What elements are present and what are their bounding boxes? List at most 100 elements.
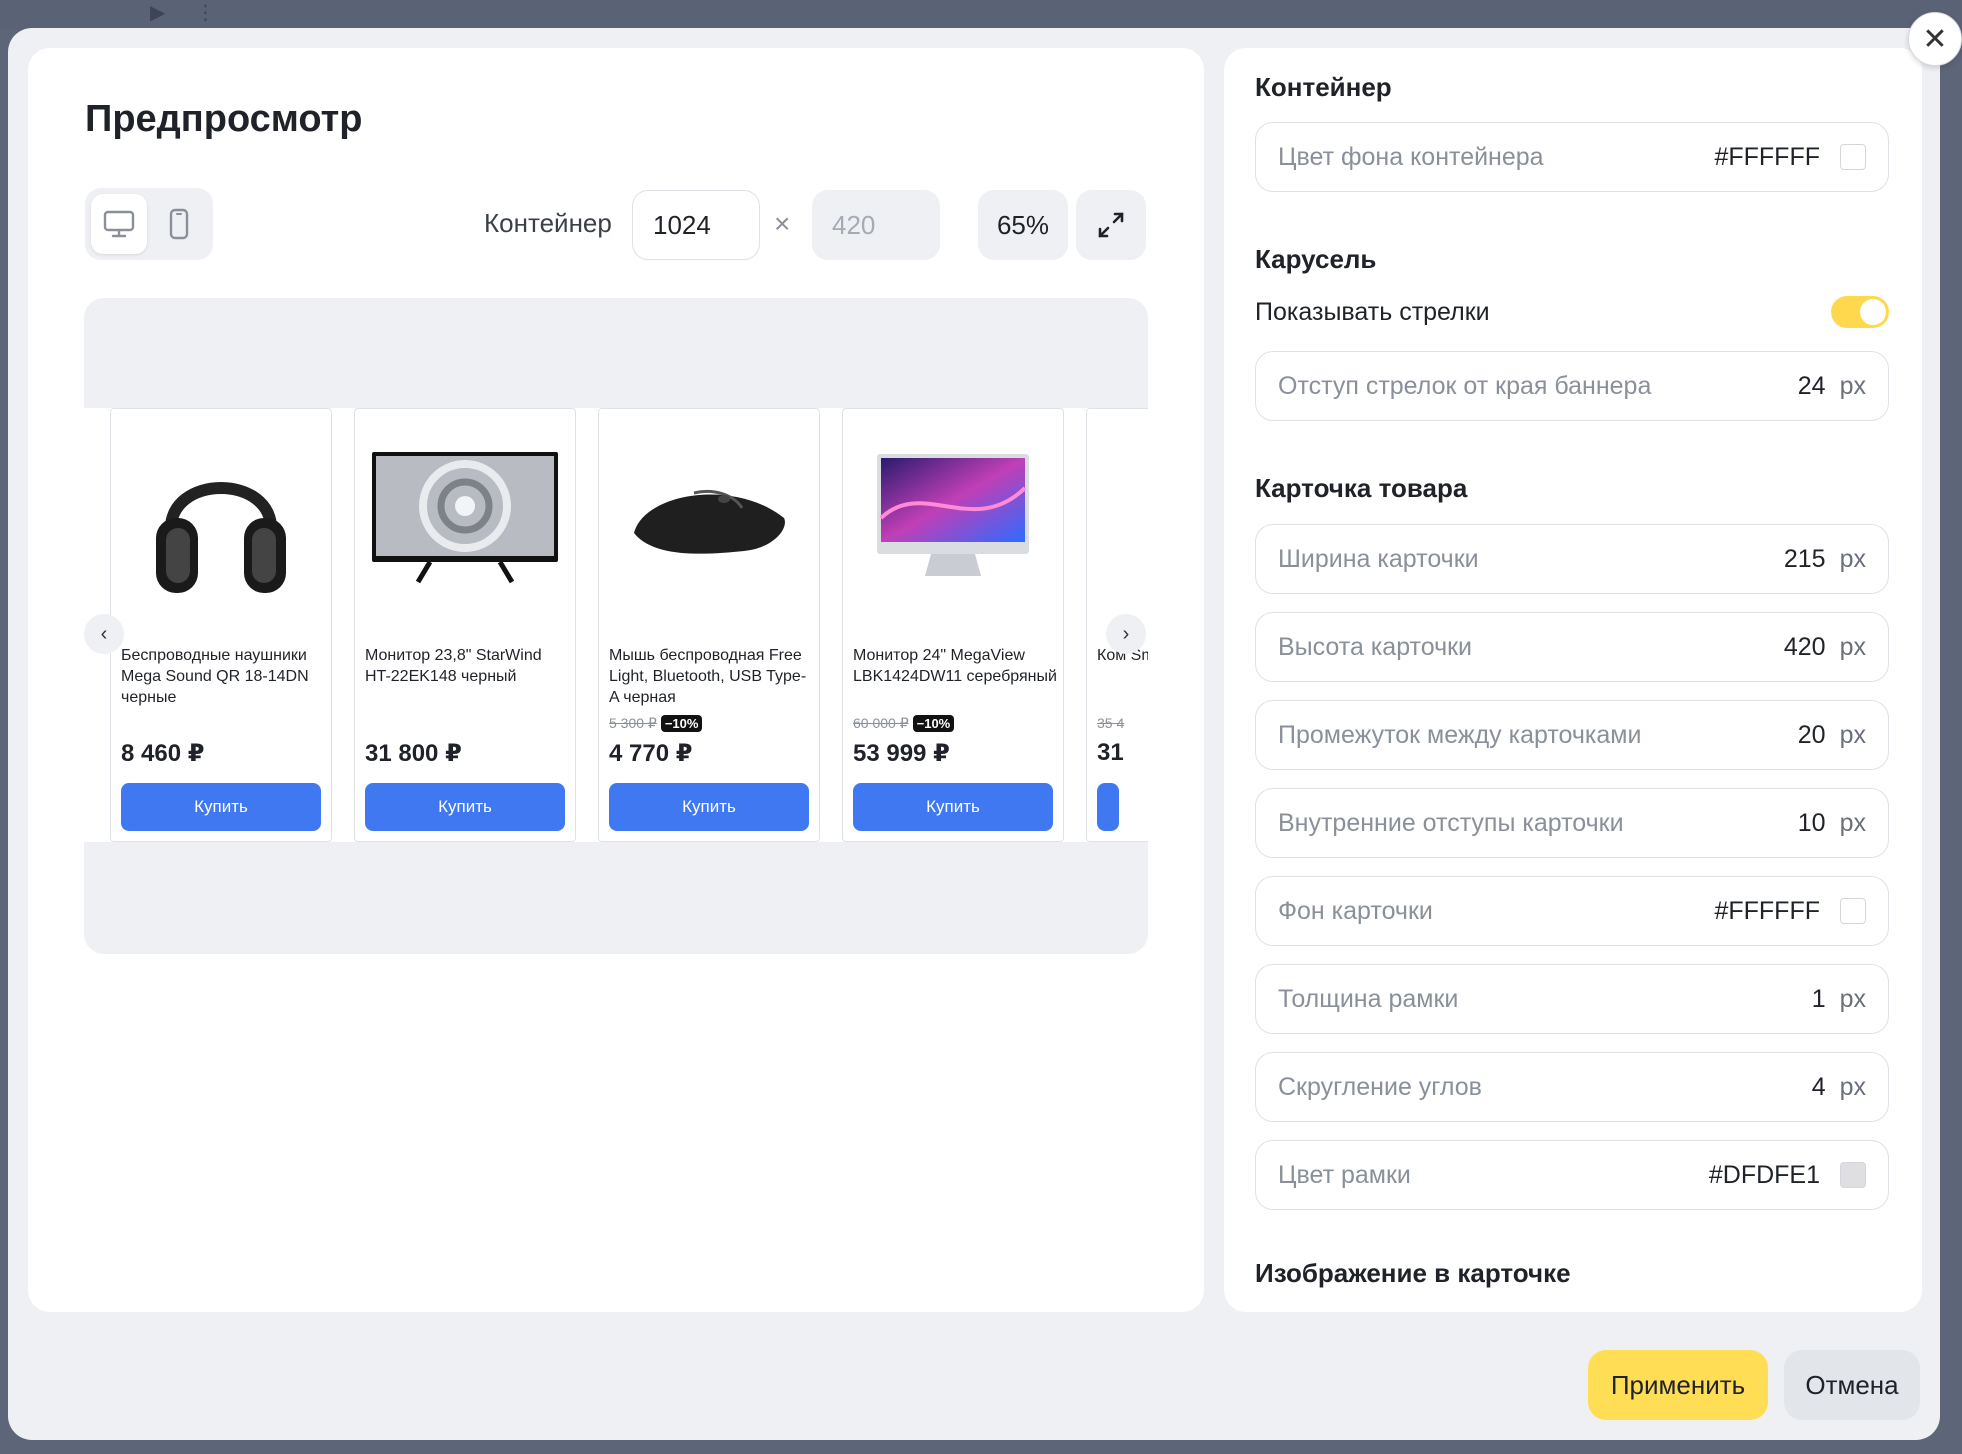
desktop-view-button[interactable] — [91, 194, 147, 254]
container-size-label: Контейнер — [484, 208, 612, 238]
show-arrows-toggle[interactable] — [1831, 296, 1889, 328]
field-label: Скругление углов — [1278, 1072, 1482, 1101]
old-price: 5 300 ₽ — [609, 715, 657, 731]
field-unit: px — [1839, 720, 1866, 749]
field-unit: px — [1839, 808, 1866, 837]
show-arrows-label: Показывать стрелки — [1255, 297, 1490, 326]
old-price-row: 35 4 — [1097, 715, 1124, 731]
cancel-button[interactable]: Отмена — [1784, 1350, 1920, 1420]
product-name: Беспроводные наушники Mega Sound QR 18-1… — [121, 647, 309, 706]
container-width-input[interactable]: 1024 — [632, 190, 760, 260]
field-unit: px — [1839, 1072, 1866, 1101]
border-radius-field[interactable]: Скругление углов 4 px — [1255, 1052, 1889, 1122]
container-bg-color-field[interactable]: Цвет фона контейнера #FFFFFF — [1255, 122, 1889, 192]
buy-button[interactable] — [1097, 783, 1119, 831]
field-label: Ширина карточки — [1278, 544, 1479, 573]
field-unit: px — [1839, 544, 1866, 573]
monitor-image — [365, 433, 565, 603]
field-value: 4 — [1811, 1072, 1826, 1101]
border-color-field[interactable]: Цвет рамки #DFDFE1 — [1255, 1140, 1889, 1210]
product-price: 4 770 ₽ — [609, 740, 693, 767]
field-value: 215 — [1783, 544, 1826, 573]
field-label: Отступ стрелок от края баннера — [1278, 371, 1652, 400]
product-card: Беспроводные наушники Mega Sound QR 18-1… — [110, 408, 332, 842]
all-in-one-monitor-image — [853, 433, 1053, 603]
device-toggle — [85, 188, 213, 260]
card-gap-field[interactable]: Промежуток между карточками 20 px — [1255, 700, 1889, 770]
desktop-icon — [103, 210, 135, 238]
show-arrows-row: Показывать стрелки — [1255, 292, 1889, 332]
product-name: Монитор 23,8" StarWind HT-22EK148 черный — [365, 647, 542, 685]
buy-button[interactable]: Купить — [609, 783, 809, 831]
buy-button[interactable]: Купить — [121, 783, 321, 831]
more-icon: ⋮ — [195, 2, 216, 24]
card-section-title: Карточка товара — [1255, 473, 1468, 503]
close-button[interactable]: ✕ — [1908, 12, 1962, 66]
buy-button[interactable]: Купить — [365, 783, 565, 831]
color-swatch[interactable] — [1840, 898, 1866, 924]
container-height-input[interactable]: 420 — [812, 190, 940, 260]
headphones-image — [121, 433, 321, 603]
field-value: #DFDFE1 — [1708, 1160, 1820, 1189]
field-value: #FFFFFF — [1714, 142, 1820, 171]
arrow-offset-field[interactable]: Отступ стрелок от края баннера 24 px — [1255, 351, 1889, 421]
card-bg-color-field[interactable]: Фон карточки #FFFFFF — [1255, 876, 1889, 946]
border-width-field[interactable]: Толщина рамки 1 px — [1255, 964, 1889, 1034]
chevron-right-icon: › — [1122, 622, 1130, 645]
field-label: Цвет фона контейнера — [1278, 142, 1544, 171]
product-carousel: Беспроводные наушники Mega Sound QR 18-1… — [84, 408, 1148, 842]
background-toolbar: ▶ ⋮ — [150, 0, 215, 25]
carousel-settings-modal: Предпросмотр Контейнер 1024 × 420 65% Бе… — [8, 28, 1940, 1440]
field-label: Промежуток между карточками — [1278, 720, 1642, 749]
product-name: Мышь беспроводная Free Light, Bluetooth,… — [609, 647, 807, 706]
card-height-field[interactable]: Высота карточки 420 px — [1255, 612, 1889, 682]
mobile-icon — [169, 208, 189, 240]
field-value: 420 — [1783, 632, 1826, 661]
product-card: Мышь беспроводная Free Light, Bluetooth,… — [598, 408, 820, 842]
times-sign: × — [774, 208, 791, 239]
expand-icon — [1098, 212, 1124, 238]
color-swatch[interactable] — [1840, 1162, 1866, 1188]
settings-panel[interactable]: Контейнер Цвет фона контейнера #FFFFFF К… — [1224, 48, 1922, 1312]
old-price-row: 60 000 ₽ −10% — [853, 715, 955, 732]
field-value: 20 — [1797, 720, 1826, 749]
color-swatch[interactable] — [1840, 144, 1866, 170]
preview-title: Предпросмотр — [85, 98, 363, 140]
field-value: 1 — [1811, 984, 1826, 1013]
preview-stage: Беспроводные наушники Mega Sound QR 18-1… — [84, 298, 1148, 954]
old-price-row: 5 300 ₽ −10% — [609, 715, 703, 732]
carousel-next-button[interactable]: › — [1106, 614, 1146, 654]
close-icon: ✕ — [1922, 22, 1948, 56]
field-label: Фон карточки — [1278, 896, 1433, 925]
field-label: Толщина рамки — [1278, 984, 1459, 1013]
product-price: 8 460 ₽ — [121, 740, 205, 767]
product-name: Монитор 24" MegaView LBK1424DW11 серебря… — [853, 647, 1057, 685]
apply-button[interactable]: Применить — [1588, 1350, 1768, 1420]
field-value: #FFFFFF — [1714, 896, 1820, 925]
field-unit: px — [1839, 371, 1866, 400]
product-price: 53 999 ₽ — [853, 740, 950, 767]
old-price: 60 000 ₽ — [853, 715, 909, 731]
card-width-field[interactable]: Ширина карточки 215 px — [1255, 524, 1889, 594]
zoom-level-button[interactable]: 65% — [978, 190, 1068, 260]
toggle-knob — [1860, 299, 1886, 325]
mobile-view-button[interactable] — [151, 194, 207, 254]
field-value: 10 — [1797, 808, 1826, 837]
field-label: Цвет рамки — [1278, 1160, 1411, 1189]
preview-panel: Предпросмотр Контейнер 1024 × 420 65% Бе… — [28, 48, 1204, 1312]
product-card: Монитор 23,8" StarWind HT-22EK148 черный… — [354, 408, 576, 842]
field-label: Внутренние отступы карточки — [1278, 808, 1624, 837]
field-value: 24 — [1797, 371, 1826, 400]
expand-button[interactable] — [1076, 190, 1146, 260]
product-card: Монитор 24" MegaView LBK1424DW11 серебря… — [842, 408, 1064, 842]
chevron-left-icon: ‹ — [100, 622, 108, 645]
mouse-image — [609, 433, 809, 603]
buy-button[interactable]: Купить — [853, 783, 1053, 831]
card-padding-field[interactable]: Внутренние отступы карточки 10 px — [1255, 788, 1889, 858]
background-app-strip: ▶ ⋮ — [0, 0, 1962, 30]
play-icon: ▶ — [150, 2, 166, 24]
discount-badge: −10% — [660, 715, 703, 732]
carousel-prev-button[interactable]: ‹ — [84, 614, 124, 654]
discount-badge: −10% — [912, 715, 955, 732]
field-unit: px — [1839, 984, 1866, 1013]
